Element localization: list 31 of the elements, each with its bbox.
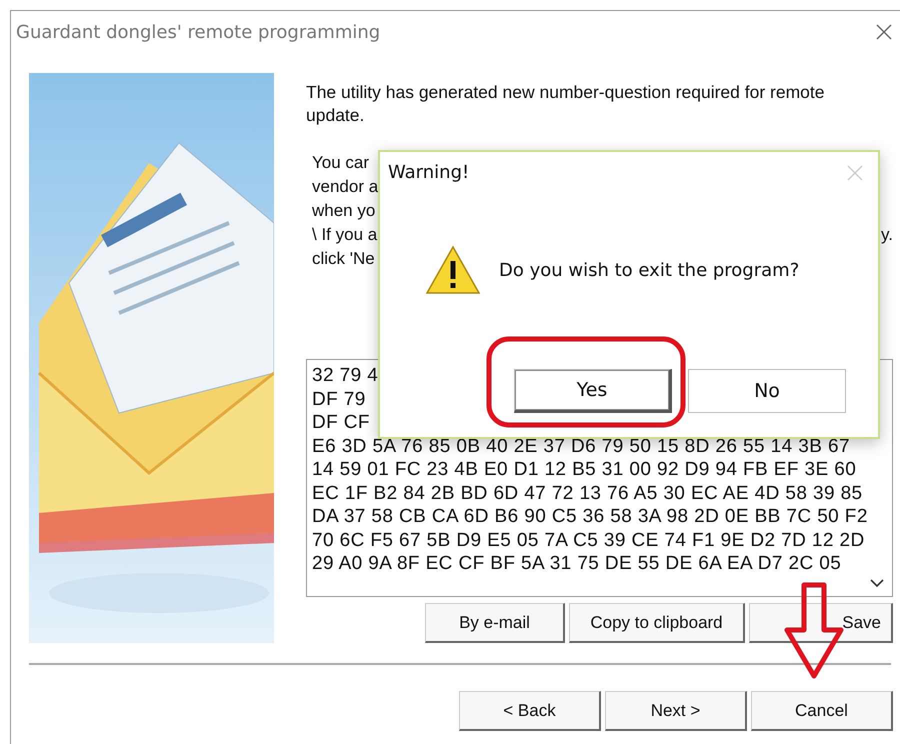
warning-icon xyxy=(425,245,481,295)
dialog-button[interactable]: No xyxy=(688,369,846,413)
nav-button[interactable]: Next > xyxy=(605,691,747,731)
instruction-text: y. xyxy=(880,224,893,246)
dialog-message: Do you wish to exit the program? xyxy=(499,260,800,280)
intro-text: The utility has generated new number-question required for remote update. xyxy=(306,81,826,127)
nav-button[interactable]: Cancel xyxy=(751,691,893,731)
instruction-text: You car xyxy=(311,152,370,174)
instruction-text: when yo xyxy=(311,200,376,222)
hex-line: DF CF xyxy=(312,411,370,434)
action-button[interactable]: Save xyxy=(749,603,893,643)
window-title: Guardant dongles' remote programming xyxy=(16,22,380,42)
chevron-down-icon[interactable] xyxy=(870,578,884,588)
action-button[interactable]: Copy to clipboard xyxy=(569,603,745,643)
hex-line: E6 3D 5A 76 85 0B 40 2E 37 D6 79 50 15 8D 26 55 14 3B 67 xyxy=(312,434,850,458)
hex-line: 14 59 01 FC 23 4B E0 D1 12 B5 31 00 92 D9 94 FB EF 3E 60 xyxy=(312,458,856,482)
close-icon[interactable] xyxy=(875,23,893,41)
hex-line: 29 A0 9A 8F EC CF BF 5A 31 75 DE 55 DE 6A EA D7 2C 05 xyxy=(312,552,842,576)
instruction-text: vendor a xyxy=(311,176,378,198)
hex-line: DA 37 58 CB CA 6D B6 90 C5 36 58 3A 98 2D 0E BB 7C 50 F2 xyxy=(312,505,868,528)
hex-line: EC 1F B2 84 2B BD 6D 47 72 13 76 A5 30 EC AE 4D 58 39 85 xyxy=(312,482,863,505)
hex-line: 70 6C F5 67 5B D9 E5 05 7A C5 39 CE 74 F1 9E D2 7D 12 2D xyxy=(312,528,865,552)
dialog-title: Warning! xyxy=(388,162,470,183)
arrow-icon xyxy=(783,582,845,680)
hex-line: DF 79 xyxy=(312,388,366,411)
instruction-text: \ If you a xyxy=(311,224,378,246)
nav-button[interactable]: < Back xyxy=(459,691,601,731)
action-button[interactable]: By e-mail xyxy=(425,603,565,643)
dialog-button[interactable]: Yes xyxy=(514,369,672,413)
hex-line: 32 79 4 xyxy=(312,364,378,388)
instruction-text: click 'Ne xyxy=(311,248,375,270)
